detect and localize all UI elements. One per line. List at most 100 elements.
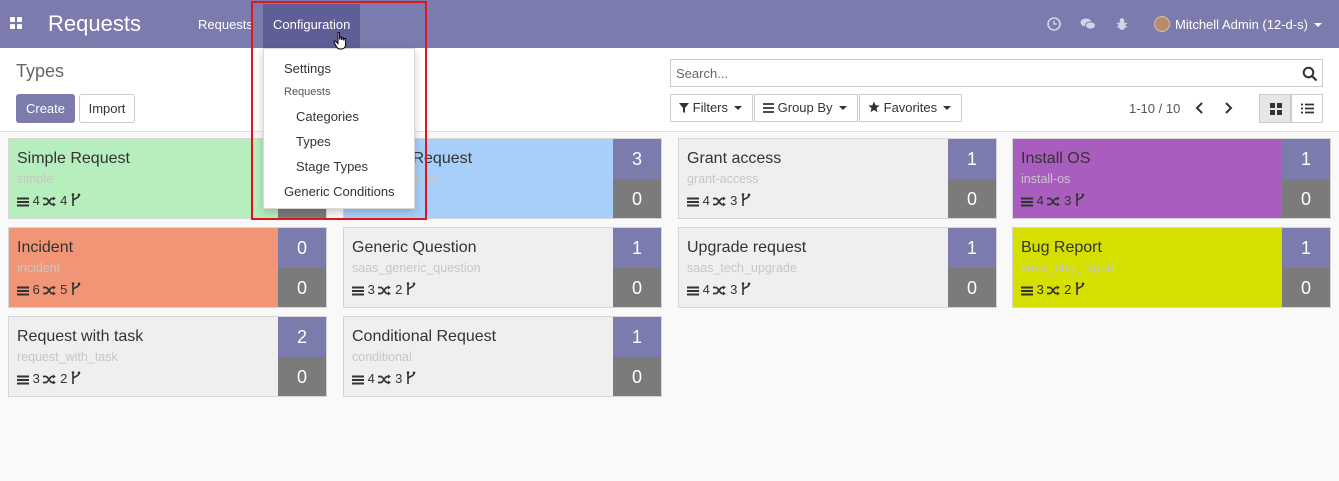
card-code: install-os xyxy=(1021,172,1071,186)
open-requests-count[interactable]: 1 xyxy=(1282,139,1330,179)
top-navbar: Requests Requests Configuration Mitchell… xyxy=(0,0,1339,48)
card-stats: 4 3 xyxy=(687,282,751,297)
route-count: 4 xyxy=(60,193,68,208)
closed-requests-count[interactable]: 0 xyxy=(613,357,661,396)
stage-count: 3 xyxy=(1036,282,1044,297)
avatar xyxy=(1154,16,1170,32)
request-type-card[interactable]: Incident incident 6 5 00 xyxy=(8,227,327,308)
stage-count: 3 xyxy=(367,282,375,297)
card-stats: 4 3 xyxy=(1021,193,1085,208)
stages-icon xyxy=(687,197,699,207)
closed-requests-count[interactable]: 0 xyxy=(1282,268,1330,307)
chevron-left-icon[interactable] xyxy=(1192,98,1208,118)
closed-requests-count[interactable]: 0 xyxy=(278,357,326,396)
group-by-label: Group By xyxy=(777,100,833,115)
card-stats: 3 2 xyxy=(352,282,416,297)
stages-icon xyxy=(17,375,29,385)
stages-icon xyxy=(1021,286,1033,296)
card-title: Install OS xyxy=(1021,150,1091,167)
grid-icon xyxy=(1270,103,1282,115)
closed-requests-count[interactable]: 0 xyxy=(613,268,661,307)
card-stats: 4 3 xyxy=(687,193,751,208)
stage-count: 4 xyxy=(32,193,40,208)
request-type-card[interactable]: Request with task request_with_task 3 2 2… xyxy=(8,316,327,397)
branch-icon xyxy=(406,371,416,384)
stage-count: 4 xyxy=(367,371,375,386)
card-stats: 6 5 xyxy=(17,282,81,297)
card-stats: 3 2 xyxy=(1021,282,1085,297)
routes-icon xyxy=(43,374,57,385)
list-icon xyxy=(1301,103,1314,114)
stages-icon xyxy=(17,286,29,296)
menu-requests[interactable]: Requests xyxy=(198,17,253,32)
routes-icon xyxy=(713,285,727,296)
page-title: Types xyxy=(16,61,65,81)
stages-icon xyxy=(352,286,364,296)
card-title: Grant access xyxy=(687,150,782,167)
favorites-label: Favorites xyxy=(883,100,938,115)
user-name: Mitchell Admin (12-d-s) xyxy=(1175,17,1308,32)
stages-icon xyxy=(1021,197,1033,207)
request-type-card[interactable]: Grant access grant-access 4 3 10 xyxy=(678,138,997,219)
chevron-right-icon[interactable] xyxy=(1220,98,1236,118)
open-requests-count[interactable]: 1 xyxy=(948,139,996,179)
card-title: Request with task xyxy=(17,328,144,345)
routes-icon xyxy=(378,374,392,385)
stages-icon xyxy=(687,286,699,296)
control-panel: Types Create Import Filters Group By Fav… xyxy=(0,48,1339,132)
search-input[interactable] xyxy=(676,64,1276,82)
stages-icon xyxy=(352,375,364,385)
pager-value[interactable]: 1-10 / 10 xyxy=(1129,101,1180,116)
open-requests-count[interactable]: 1 xyxy=(613,228,661,268)
route-count: 3 xyxy=(730,193,738,208)
filters-label: Filters xyxy=(692,100,729,115)
route-count: 2 xyxy=(60,371,68,386)
request-type-card[interactable]: Conditional Request conditional 4 3 10 xyxy=(343,316,662,397)
stage-count: 3 xyxy=(32,371,40,386)
group-by-button[interactable]: Group By xyxy=(754,94,858,122)
branch-icon xyxy=(406,282,416,295)
card-stats: 4 4 xyxy=(17,193,81,208)
search-icon[interactable] xyxy=(1302,66,1318,82)
closed-requests-count[interactable]: 0 xyxy=(278,268,326,307)
closed-requests-count[interactable]: 0 xyxy=(948,268,996,307)
apps-menu-icon[interactable] xyxy=(10,17,22,29)
open-requests-count[interactable]: 0 xyxy=(278,228,326,268)
chat-icon[interactable] xyxy=(1080,16,1096,32)
open-requests-count[interactable]: 3 xyxy=(613,139,661,179)
stage-count: 4 xyxy=(1036,193,1044,208)
request-type-card[interactable]: Install OS install-os 4 3 10 xyxy=(1012,138,1331,219)
card-code: grant-access xyxy=(687,172,759,186)
card-code: incident xyxy=(17,261,61,275)
closed-requests-count[interactable]: 0 xyxy=(613,179,661,218)
list-view-button[interactable] xyxy=(1291,94,1323,123)
closed-requests-count[interactable]: 0 xyxy=(1282,179,1330,218)
import-button[interactable]: Import xyxy=(79,94,135,123)
open-requests-count[interactable]: 1 xyxy=(948,228,996,268)
chevron-down-icon xyxy=(734,106,743,110)
bug-icon[interactable] xyxy=(1114,16,1130,32)
request-type-card[interactable]: Generic Question saas_generic_question 3 … xyxy=(343,227,662,308)
open-requests-count[interactable]: 2 xyxy=(278,317,326,357)
routes-icon xyxy=(1047,196,1061,207)
open-requests-count[interactable]: 1 xyxy=(613,317,661,357)
route-count: 3 xyxy=(395,371,403,386)
card-code: saas_tech_upgrade xyxy=(687,261,797,275)
filters-button[interactable]: Filters xyxy=(670,94,753,122)
create-button[interactable]: Create xyxy=(16,94,75,123)
card-code: request_with_task xyxy=(17,350,118,364)
branch-icon xyxy=(71,193,81,206)
closed-requests-count[interactable]: 0 xyxy=(948,179,996,218)
chevron-down-icon xyxy=(838,106,847,110)
open-requests-count[interactable]: 1 xyxy=(1282,228,1330,268)
favorites-button[interactable]: Favorites xyxy=(859,94,962,122)
search-bar xyxy=(670,59,1323,87)
request-type-card[interactable]: Upgrade request saas_tech_upgrade 4 3 10 xyxy=(678,227,997,308)
clock-icon[interactable] xyxy=(1046,16,1062,32)
user-menu[interactable]: Mitchell Admin (12-d-s) xyxy=(1154,16,1322,32)
card-title: Generic Question xyxy=(352,239,477,256)
request-type-card[interactable]: Bug Report saas_bug_report 3 2 10 xyxy=(1012,227,1331,308)
hand-cursor-icon xyxy=(333,32,347,50)
branch-icon xyxy=(71,371,81,384)
kanban-view-button[interactable] xyxy=(1259,94,1291,123)
